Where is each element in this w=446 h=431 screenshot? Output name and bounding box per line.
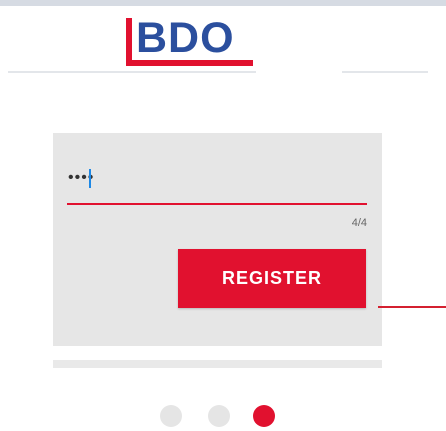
status-bar [0,0,446,6]
pin-registration-screen: BDO •••• 4/4 REGISTER [0,0,446,431]
register-button[interactable]: REGISTER [178,249,366,308]
page-dot-1[interactable] [160,405,182,427]
pointer-line [378,306,446,308]
header-divider [342,71,428,73]
bdo-logo: BDO [124,12,260,66]
card-shadow [53,360,382,368]
page-dot-2[interactable] [208,405,230,427]
page-indicator [160,405,280,427]
pin-card: •••• 4/4 REGISTER [53,133,382,346]
logo-underline [126,60,253,66]
text-caret [89,169,91,188]
logo-text: BDO [136,14,235,62]
pin-input-underline [67,203,367,205]
page-dot-3-active[interactable] [253,405,275,427]
header-divider [8,71,256,73]
logo-bracket [126,18,132,62]
character-counter: 4/4 [351,217,367,229]
